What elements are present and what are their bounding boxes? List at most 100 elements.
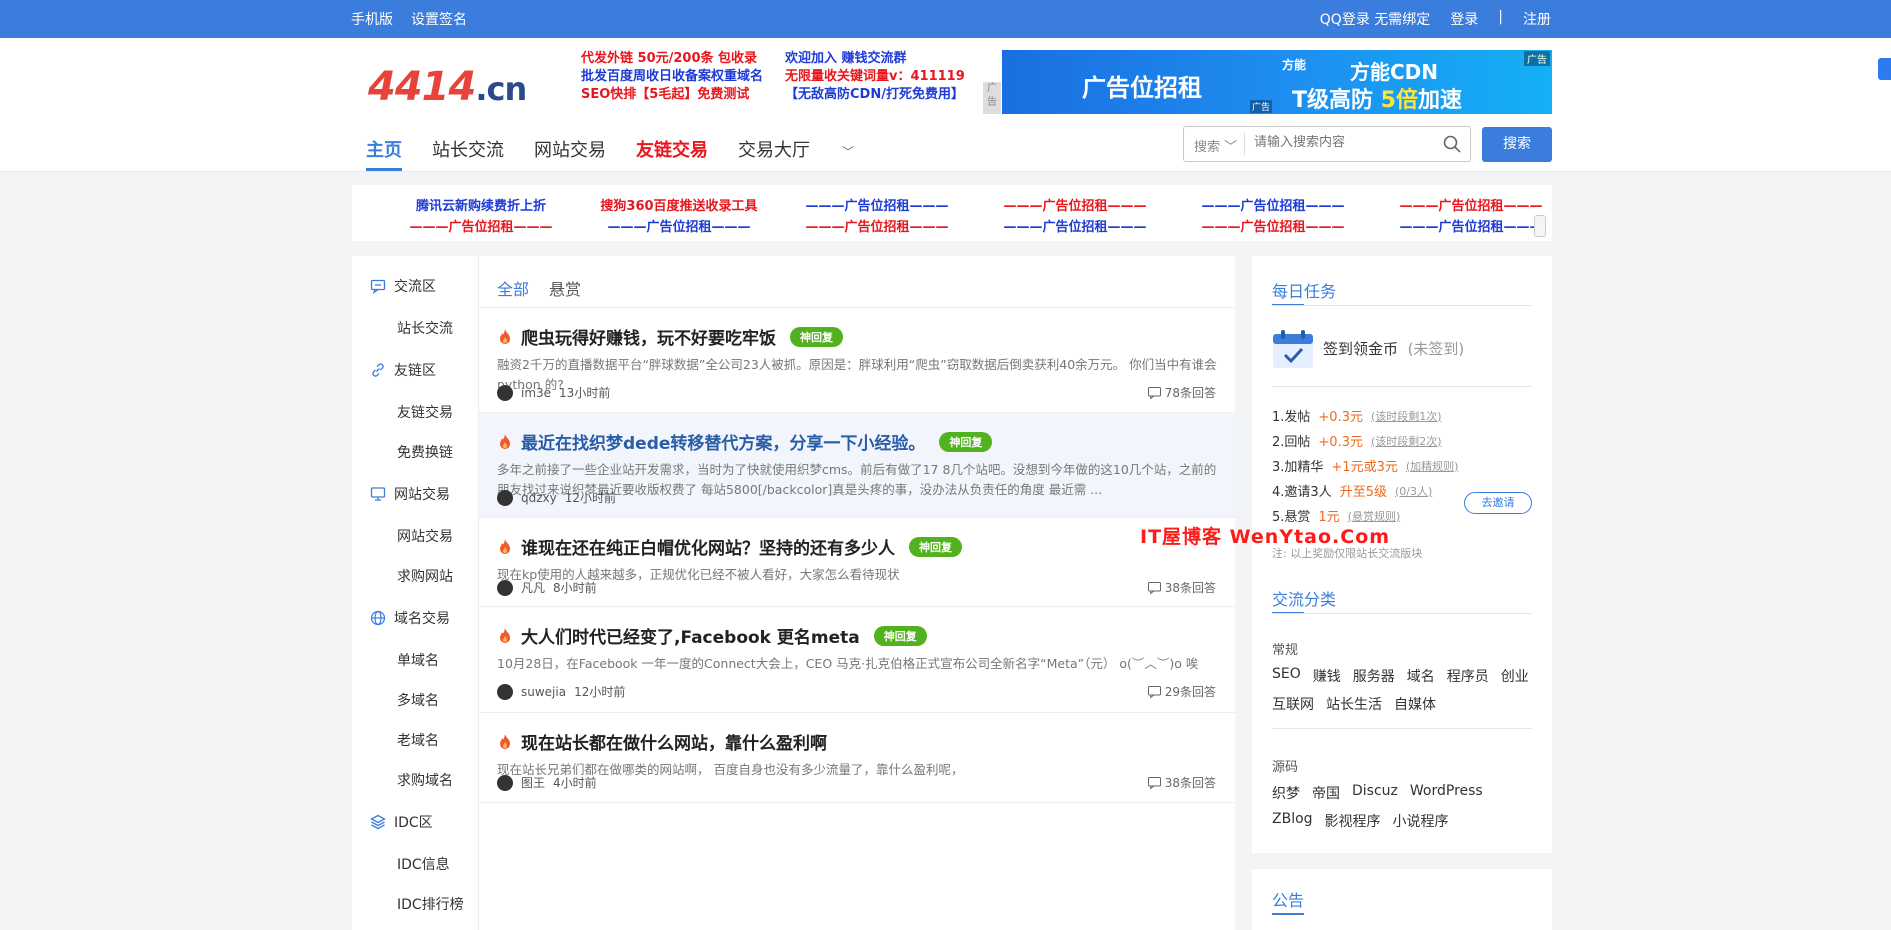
friend-link[interactable]: ———广告位招租———: [1372, 195, 1570, 214]
task-rule-link[interactable]: (加精规则): [1406, 458, 1459, 474]
thread-item[interactable]: 大人们时代已经变了,Facebook 更名meta 神回复 10月28日，在Fac…: [479, 607, 1235, 713]
avatar[interactable]: [497, 579, 513, 596]
mobile-link[interactable]: 手机版: [351, 9, 393, 29]
thread-title[interactable]: 大人们时代已经变了,Facebook 更名meta 神回复: [497, 623, 927, 648]
friend-link[interactable]: ———广告位招租———: [778, 195, 976, 214]
thread-time: 12小时前: [574, 685, 626, 699]
friend-link[interactable]: ———广告位招租———: [580, 216, 778, 235]
answer-count[interactable]: 38条回答: [1147, 774, 1216, 791]
text-ad-banner[interactable]: 代发外链 50元/200条 包收录 欢迎加入 赚钱交流群 批发百度周收日收备案权重…: [581, 50, 1001, 114]
thread-author[interactable]: 图王: [521, 774, 545, 791]
register-link[interactable]: 注册: [1523, 9, 1551, 29]
friend-link[interactable]: ———广告位招租———: [778, 216, 976, 235]
category-tag[interactable]: 站长生活: [1326, 694, 1382, 714]
nav-trade-hall[interactable]: 交易大厅 ﹀: [738, 136, 884, 171]
avatar[interactable]: [497, 489, 513, 506]
search-icon[interactable]: [1442, 134, 1462, 154]
task-rule-link[interactable]: (该时段剩2次): [1371, 433, 1442, 449]
sidebar-section-links[interactable]: 友链区: [370, 360, 436, 380]
category-tag[interactable]: Discuz: [1352, 783, 1398, 803]
search-type-select[interactable]: 搜索 ﹀: [1194, 136, 1237, 155]
login-link[interactable]: 登录: [1450, 9, 1478, 29]
sidebar-section-site-trade[interactable]: 网站交易: [370, 484, 450, 504]
answer-count[interactable]: 78条回答: [1147, 384, 1216, 401]
signin-button[interactable]: 签到领金币 (未签到): [1323, 338, 1464, 359]
nav-link-trade[interactable]: 友链交易: [636, 136, 708, 171]
category-tag[interactable]: ZBlog: [1272, 811, 1313, 831]
search-button[interactable]: 搜索: [1482, 127, 1552, 162]
thread-author[interactable]: 凡凡: [521, 579, 545, 596]
category-tag[interactable]: 服务器: [1353, 666, 1395, 686]
thread-author[interactable]: qdzxy: [521, 491, 557, 505]
task-rule-link[interactable]: (0/3人): [1395, 483, 1432, 499]
category-tag[interactable]: 小说程序: [1393, 811, 1449, 831]
friend-link[interactable]: ———广告位招租———: [382, 216, 580, 235]
sidebar-item-buy-site[interactable]: 求购网站: [397, 566, 453, 586]
sidebar-item-old-domain[interactable]: 老域名: [397, 730, 439, 750]
sidebar-item-site-trade[interactable]: 网站交易: [397, 526, 453, 546]
sidebar-section-exchange[interactable]: 交流区: [370, 276, 436, 296]
nav-site-trade[interactable]: 网站交易: [534, 136, 606, 171]
sidebar-item-idc-info[interactable]: IDC信息: [397, 854, 450, 874]
category-tag[interactable]: 程序员: [1447, 666, 1489, 686]
thread-title[interactable]: 谁现在还在纯正白帽优化网站？坚持的还有多少人 神回复: [497, 534, 962, 559]
notice-box: 公告: [1252, 869, 1552, 930]
category-tag[interactable]: WordPress: [1410, 783, 1483, 803]
thread-author[interactable]: im3e: [521, 386, 551, 400]
thread-author[interactable]: suwejia: [521, 685, 566, 699]
cdn-ad-banner[interactable]: 广告位招租 方能 方能CDN T级高防 5倍加速 广告 广告: [1002, 50, 1552, 114]
friend-links: 腾讯云新购续费折上折 搜狗360百度推送收录工具 ———广告位招租——— ———广告位…: [352, 185, 1552, 241]
site-logo[interactable]: 4414.cn: [368, 64, 527, 110]
comment-icon: [1147, 685, 1161, 698]
float-icon[interactable]: [1878, 58, 1891, 80]
category-tag[interactable]: 创业: [1501, 666, 1529, 686]
task-rule-link[interactable]: (该时段剩1次): [1371, 408, 1442, 424]
layers-icon: [370, 814, 386, 830]
category-tag[interactable]: 织梦: [1272, 783, 1300, 803]
avatar[interactable]: [497, 774, 513, 791]
sidebar-section-idc[interactable]: IDC区: [370, 812, 433, 832]
sidebar-item-single-domain[interactable]: 单域名: [397, 650, 439, 670]
nav-home[interactable]: 主页: [366, 136, 402, 171]
sidebar-item-idc-rank[interactable]: IDC排行榜: [397, 894, 464, 914]
thread-list: 全部 悬赏 爬虫玩得好赚钱，玩不好要吃牢饭 神回复 融资2千万的直播数据平台“胖球…: [478, 256, 1235, 930]
category-tag[interactable]: 互联网: [1272, 694, 1314, 714]
friend-link[interactable]: ———广告位招租———: [976, 216, 1174, 235]
thread-title[interactable]: 爬虫玩得好赚钱，玩不好要吃牢饭 神回复: [497, 324, 843, 349]
category-tag[interactable]: 域名: [1407, 666, 1435, 686]
set-signature-link[interactable]: 设置签名: [411, 9, 467, 29]
qq-login-link[interactable]: QQ登录 无需绑定: [1320, 9, 1431, 29]
thread-item[interactable]: 现在站长都在做什么网站，靠什么盈利啊 现在站长兄弟们都在做哪类的网站啊， 百度自…: [479, 713, 1235, 803]
nav-webmaster[interactable]: 站长交流: [432, 136, 504, 171]
invite-button[interactable]: 去邀请: [1464, 492, 1532, 514]
sidebar-section-domain[interactable]: 域名交易: [370, 608, 450, 628]
sidebar-item-buy-domain[interactable]: 求购域名: [397, 770, 453, 790]
category-tag[interactable]: 赚钱: [1313, 666, 1341, 686]
search-input[interactable]: [1254, 135, 1434, 150]
category-tag[interactable]: 自媒体: [1394, 694, 1436, 714]
thread-item[interactable]: 谁现在还在纯正白帽优化网站？坚持的还有多少人 神回复 现在kp使用的人越来越多，正…: [479, 518, 1235, 607]
category-tag[interactable]: SEO: [1272, 666, 1301, 686]
thread-title[interactable]: 现在站长都在做什么网站，靠什么盈利啊: [497, 729, 827, 754]
tab-bounty[interactable]: 悬赏: [549, 276, 581, 300]
friend-link[interactable]: ———广告位招租———: [976, 195, 1174, 214]
category-tag[interactable]: 影视程序: [1325, 811, 1381, 831]
friend-link[interactable]: ———广告位招租———: [1174, 195, 1372, 214]
answer-count[interactable]: 29条回答: [1147, 683, 1216, 700]
thread-title[interactable]: 最近在找织梦dede转移替代方案，分享一下小经验。 神回复: [497, 429, 993, 454]
sidebar-item-webmaster[interactable]: 站长交流: [397, 318, 453, 338]
friend-link[interactable]: ———广告位招租———: [1174, 216, 1372, 235]
sidebar-item-link-trade[interactable]: 友链交易: [397, 402, 453, 422]
sidebar-item-free-link[interactable]: 免费换链: [397, 442, 453, 462]
thread-item[interactable]: 最近在找织梦dede转移替代方案，分享一下小经验。 神回复 多年之前接了一些企业站…: [479, 413, 1235, 518]
sidebar-item-multi-domain[interactable]: 多域名: [397, 690, 439, 710]
main-nav: 主页 站长交流 网站交易 友链交易 交易大厅 ﹀: [366, 136, 914, 171]
tab-all[interactable]: 全部: [497, 276, 529, 300]
friend-link[interactable]: 腾讯云新购续费折上折: [382, 195, 580, 214]
category-tag[interactable]: 帝国: [1312, 783, 1340, 803]
avatar[interactable]: [497, 683, 513, 700]
avatar[interactable]: [497, 384, 513, 401]
thread-item[interactable]: 爬虫玩得好赚钱，玩不好要吃牢饭 神回复 融资2千万的直播数据平台“胖球数据”全公司…: [479, 308, 1235, 413]
friend-link[interactable]: 搜狗360百度推送收录工具: [580, 195, 778, 214]
answer-count[interactable]: 38条回答: [1147, 579, 1216, 596]
